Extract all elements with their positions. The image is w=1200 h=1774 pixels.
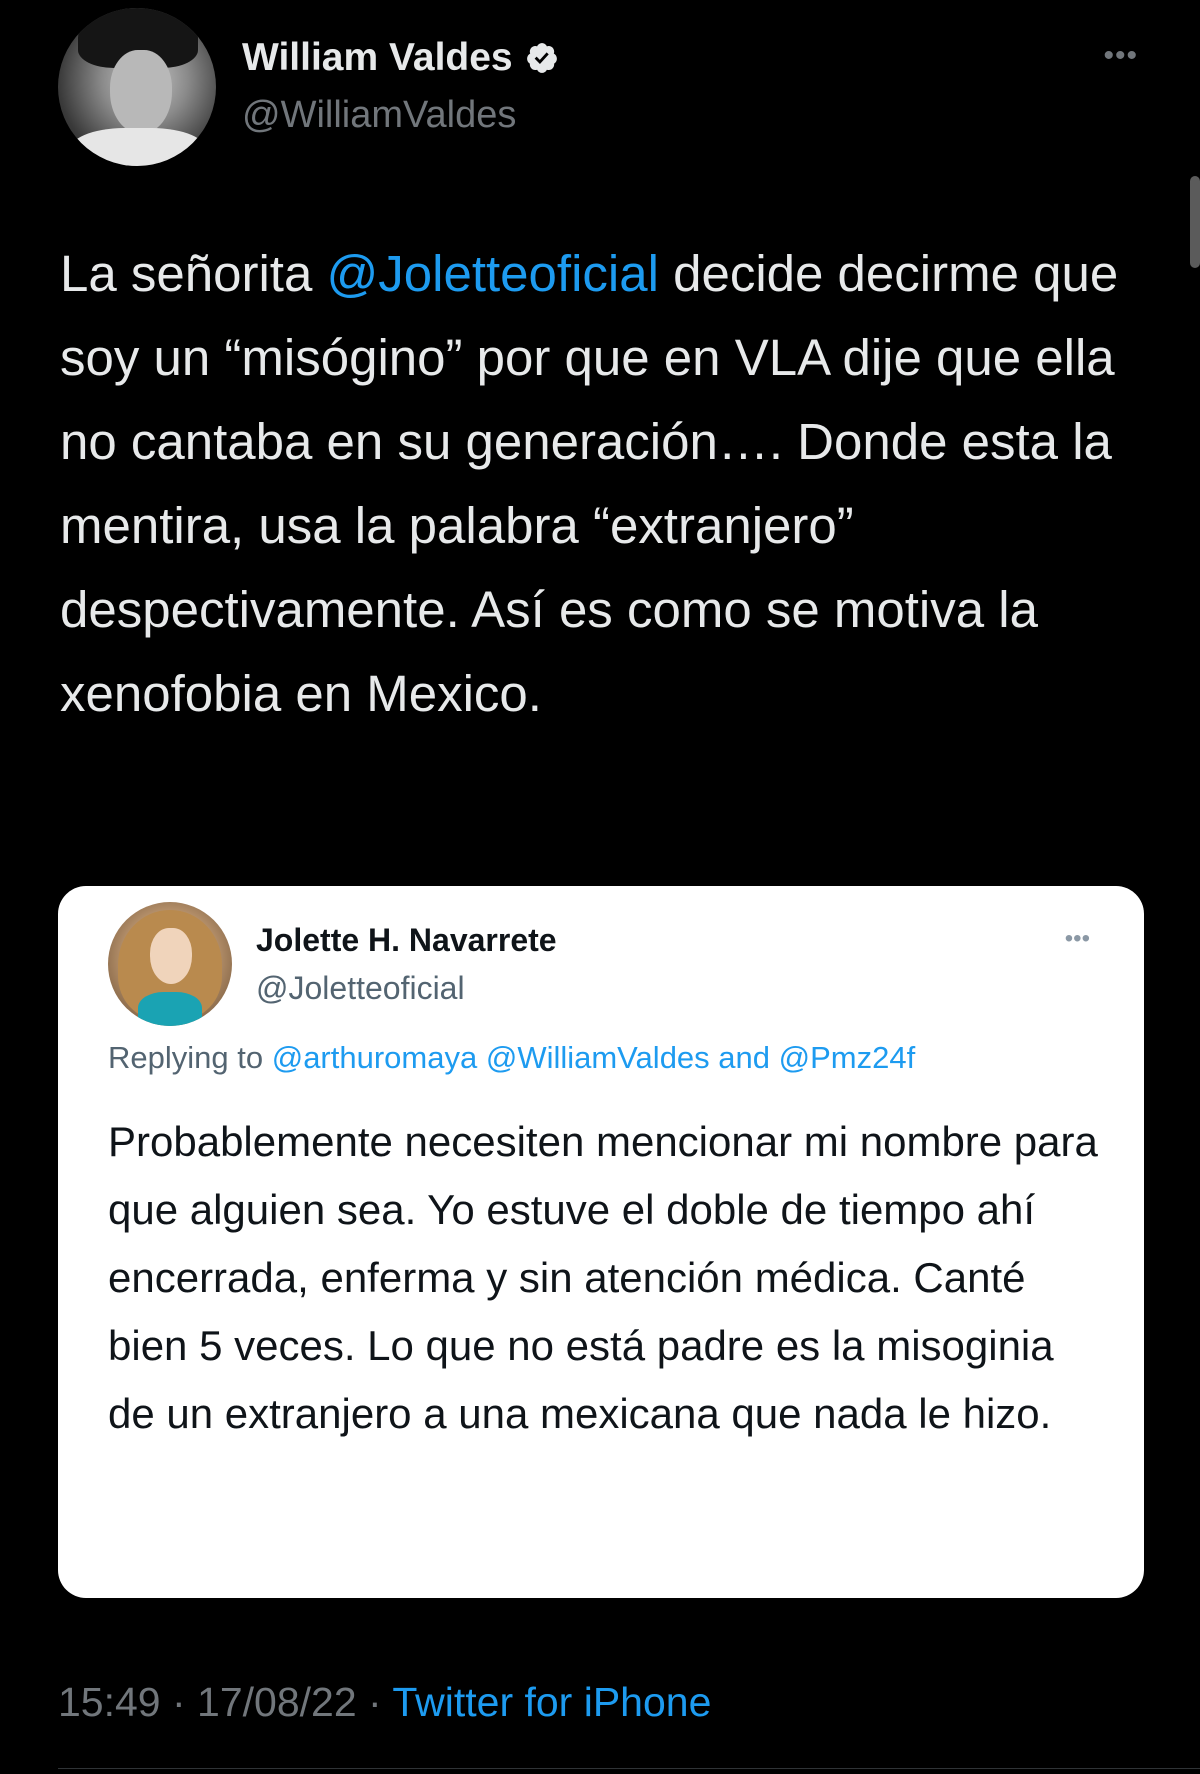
replying-and: and — [709, 1040, 779, 1075]
quoted-avatar-top — [138, 992, 202, 1026]
replying-mention-pmz24f[interactable]: @Pmz24f — [779, 1040, 916, 1075]
tweet-author[interactable]: William Valdes @WilliamValdes — [58, 8, 559, 166]
quoted-tweet-card[interactable]: Jolette H. Navarrete @Joletteoficial •••… — [58, 886, 1144, 1598]
tweet-metadata: 15:49 · 17/08/22 · Twitter for iPhone — [58, 1674, 711, 1730]
mention-link[interactable]: @Joletteoficial — [327, 245, 659, 302]
author-handle[interactable]: @WilliamValdes — [242, 89, 559, 141]
replying-mention-williamvaldes[interactable]: @WilliamValdes — [486, 1040, 710, 1075]
replying-mention-arthuromaya[interactable]: @arthuromaya — [272, 1040, 478, 1075]
avatar-face — [110, 50, 172, 134]
more-options-icon[interactable]: ••• — [1103, 41, 1138, 71]
author-info: William Valdes @WilliamValdes — [242, 33, 559, 141]
tweet-time[interactable]: 15:49 — [58, 1679, 161, 1725]
verified-badge-icon — [526, 43, 557, 73]
replying-prefix: Replying to — [108, 1040, 272, 1075]
author-name-row: William Valdes — [242, 33, 559, 83]
meta-separator-2: · — [356, 1679, 393, 1725]
meta-separator-1: · — [160, 1679, 198, 1725]
quoted-more-options-icon[interactable]: ••• — [1065, 927, 1090, 951]
scrollbar[interactable] — [1190, 176, 1200, 268]
tweet-text-start: La señorita — [60, 245, 327, 302]
tweet-date[interactable]: 17/08/22 — [197, 1679, 357, 1725]
replying-to: Replying to @arthuromaya @WilliamValdes … — [108, 1038, 915, 1078]
quoted-tweet-text: Probablemente necesiten mencionar mi nom… — [108, 1108, 1108, 1448]
tweet-body: La señorita @Joletteoficial decide decir… — [60, 232, 1150, 736]
tweet-text-end: decide decirme que soy un “misógino” por… — [60, 245, 1119, 722]
tweet-text: La señorita @Joletteoficial decide decir… — [60, 232, 1150, 736]
quoted-author-handle[interactable]: @Joletteoficial — [256, 966, 557, 1010]
quoted-tweet-author[interactable]: Jolette H. Navarrete @Joletteoficial — [108, 902, 557, 1026]
quoted-tweet-body: Probablemente necesiten mencionar mi nom… — [108, 1118, 1098, 1437]
divider — [58, 1768, 1200, 1769]
quoted-avatar[interactable] — [108, 902, 232, 1026]
tweet: William Valdes @WilliamValdes ••• La señ… — [0, 0, 1200, 1774]
quoted-author-info: Jolette H. Navarrete @Joletteoficial — [256, 918, 557, 1010]
quoted-author-name[interactable]: Jolette H. Navarrete — [256, 918, 557, 962]
avatar-shirt — [68, 128, 208, 166]
quoted-avatar-face — [150, 928, 192, 984]
avatar[interactable] — [58, 8, 216, 166]
author-display-name[interactable]: William Valdes — [242, 33, 513, 83]
tweet-source[interactable]: Twitter for iPhone — [392, 1679, 711, 1725]
